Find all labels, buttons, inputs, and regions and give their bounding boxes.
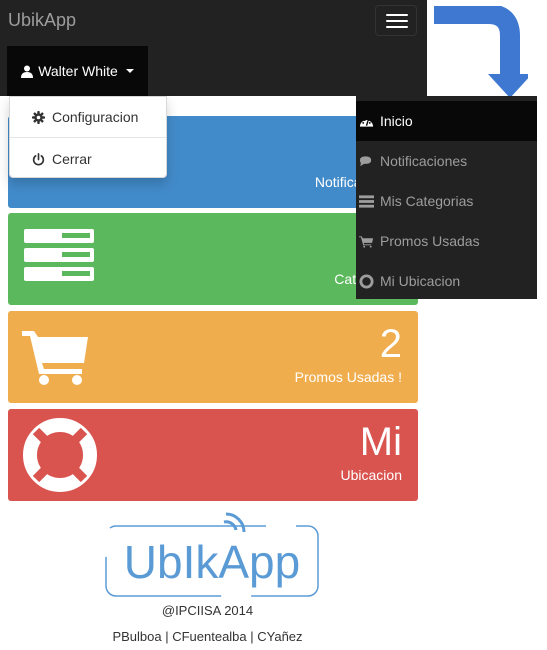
side-item-inicio[interactable]: Inicio (356, 101, 537, 141)
gear-icon (32, 110, 45, 124)
menu-toggle-button[interactable] (375, 5, 417, 36)
copyright-text: @IPCIISA 2014 (161, 603, 254, 618)
shopping-cart-icon (359, 235, 374, 248)
side-item-promos-usadas[interactable]: Promos Usadas (356, 221, 537, 261)
user-name: Walter White (38, 63, 118, 79)
shopping-cart-icon (22, 331, 88, 385)
navbar: UbikApp Walter White (0, 0, 427, 96)
hamburger-bar (386, 20, 408, 22)
arrow-down-icon (434, 6, 528, 98)
comments-icon (359, 155, 372, 166)
list-icon (359, 194, 374, 208)
side-item-notificaciones[interactable]: Notificaciones (356, 141, 537, 181)
dropdown-divider (10, 137, 166, 138)
caret-down-icon (125, 69, 134, 73)
dropdown-item-label: Cerrar (52, 151, 92, 167)
brand-title[interactable]: UbikApp (8, 10, 76, 31)
dropdown-item-cerrar[interactable]: Cerrar (10, 139, 166, 179)
ubikapp-logo: UbIkApp (105, 512, 319, 597)
user-dropdown: Configuracion Cerrar (9, 96, 167, 178)
side-item-label: Promos Usadas (380, 233, 480, 249)
dropdown-item-configuracion[interactable]: Configuracion (10, 97, 166, 137)
authors-text: PBulboa | CFuentealba | CYañez (112, 629, 303, 644)
side-menu: Inicio Notificaciones Mis Categorias Pro… (356, 96, 537, 299)
user-icon (21, 65, 34, 78)
dropdown-item-label: Configuracion (52, 109, 139, 125)
side-item-mis-categorias[interactable]: Mis Categorias (356, 181, 537, 221)
tile-value: Mi (359, 420, 402, 464)
hamburger-bar (386, 26, 408, 28)
dashboard-icon (359, 118, 374, 127)
side-item-label: Inicio (380, 113, 413, 129)
side-item-label: Notificaciones (380, 153, 468, 169)
tile-promos-usadas[interactable]: 2 Promos Usadas ! (8, 311, 418, 403)
side-item-label: Mis Categorias (380, 193, 474, 209)
tile-mi-ubicacion[interactable]: Mi Ubicacion (8, 409, 418, 501)
side-item-mi-ubicacion[interactable]: Mi Ubicacion (356, 261, 537, 301)
tile-value: 2 (379, 322, 402, 366)
tile-label: Ubicacion (340, 467, 402, 483)
tile-label: Promos Usadas ! (294, 369, 402, 385)
life-ring-icon (23, 418, 97, 492)
list-icon (24, 229, 94, 281)
power-icon (32, 152, 45, 165)
side-item-label: Mi Ubicacion (380, 273, 461, 289)
user-menu-button[interactable]: Walter White (7, 46, 148, 96)
life-ring-icon (359, 273, 374, 289)
logo-text: UbIkApp (124, 536, 300, 588)
hamburger-icon (386, 14, 408, 16)
